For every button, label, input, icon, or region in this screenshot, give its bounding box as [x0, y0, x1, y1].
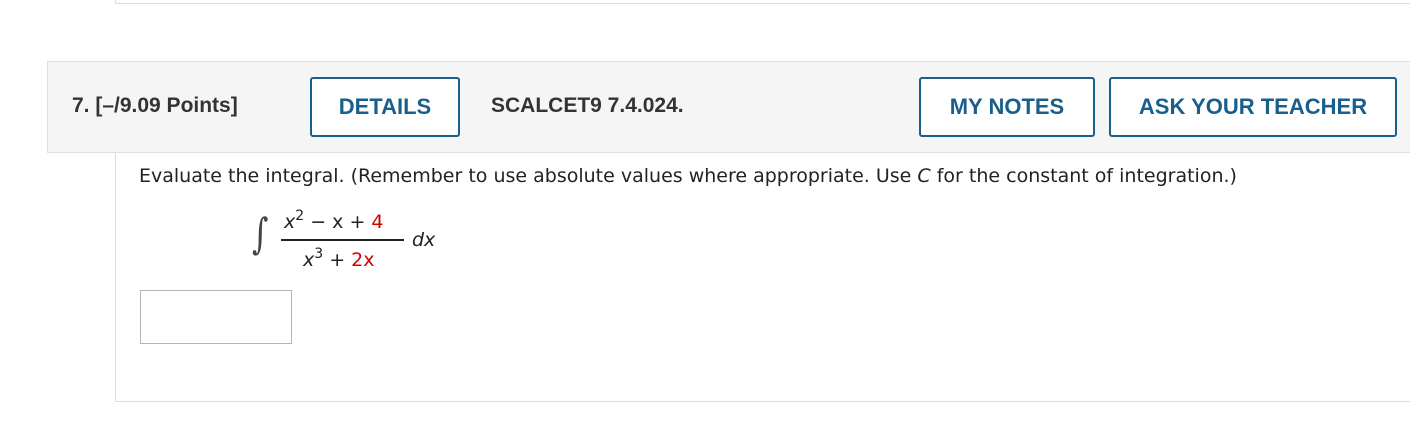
- question-code: SCALCET9 7.4.024.: [491, 94, 684, 117]
- fraction-bar: [281, 239, 404, 241]
- question-instructions: Evaluate the integral. (Remember to use …: [139, 165, 1237, 187]
- question-header: 7. [–/9.09 Points] DETAILS SCALCET9 7.4.…: [47, 61, 1410, 153]
- question-body: Evaluate the integral. (Remember to use …: [115, 153, 1410, 402]
- my-notes-button[interactable]: MY NOTES: [919, 77, 1095, 137]
- constant-variable: C: [917, 165, 931, 187]
- differential: dx: [412, 229, 436, 251]
- integral-expression: ∫ x2 − x + 4 x3 + 2x dx: [252, 209, 452, 279]
- ask-your-teacher-button[interactable]: ASK YOUR TEACHER: [1109, 77, 1397, 137]
- integrand-numerator: x2 − x + 4: [284, 208, 384, 233]
- details-button[interactable]: DETAILS: [310, 77, 460, 137]
- integrand-denominator: x3 + 2x: [303, 246, 375, 271]
- integral-sign: ∫: [252, 209, 269, 258]
- question-number-points: 7. [–/9.09 Points]: [72, 94, 238, 117]
- previous-question-card: [115, 0, 1410, 4]
- answer-input[interactable]: [140, 290, 292, 344]
